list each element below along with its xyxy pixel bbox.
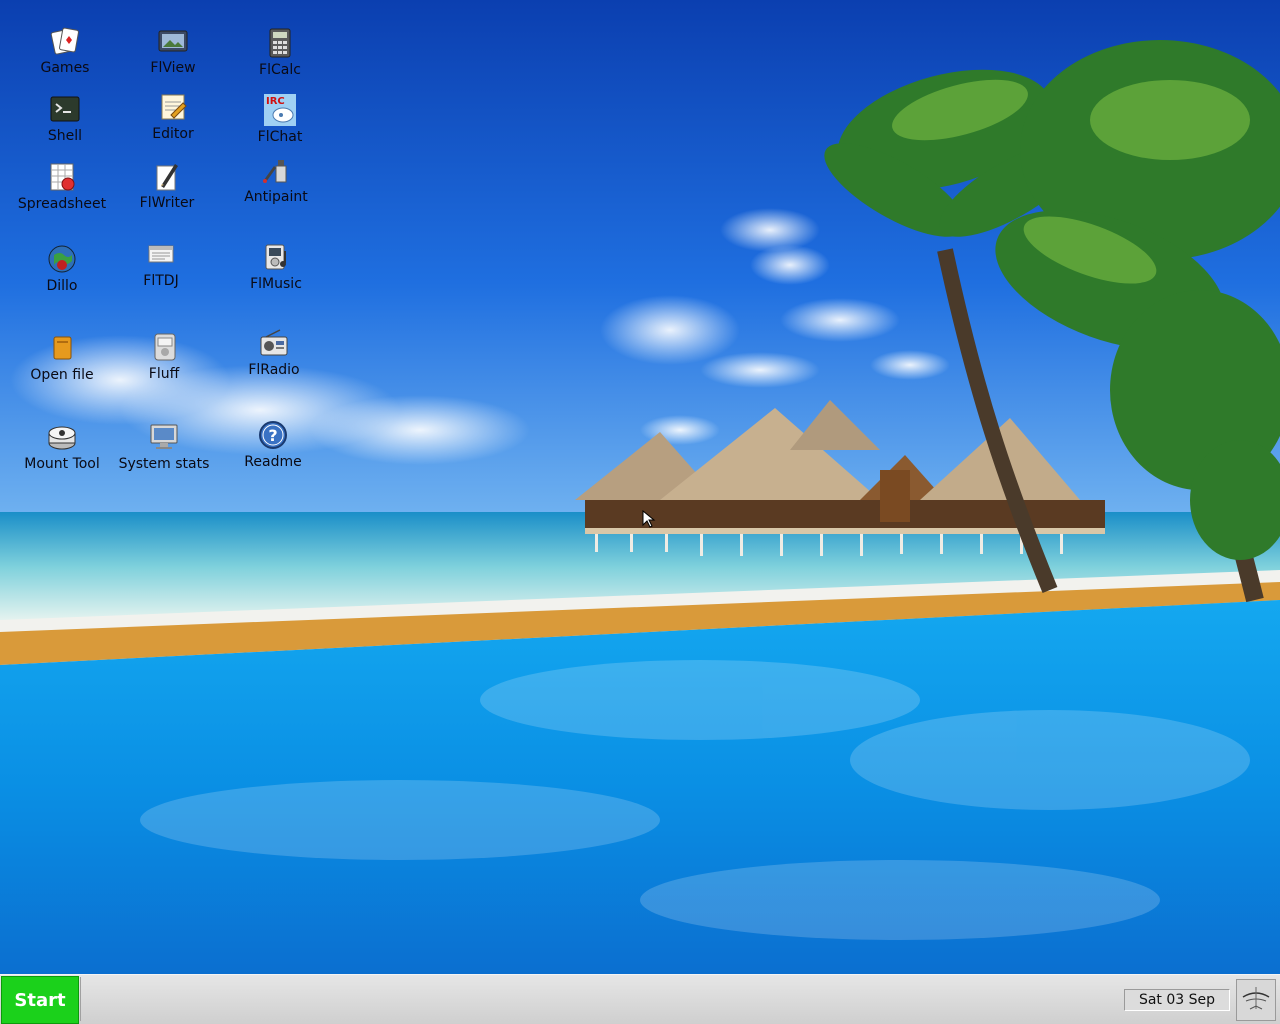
desktop-icon-flmusic[interactable]: FlMusic — [224, 240, 328, 292]
taskbar: Start Sat 03 Sep — [0, 974, 1280, 1024]
desktop-icon-label: FlChat — [257, 129, 303, 145]
desktop-icon-flradio[interactable]: FlRadio — [222, 326, 326, 378]
notepad-icon — [156, 90, 190, 124]
radio-icon — [257, 326, 291, 360]
spreadsheet-icon — [45, 160, 79, 194]
desktop-icon-label: Fluff — [148, 366, 180, 382]
desktop-icon-system-stats[interactable]: System stats — [112, 420, 216, 472]
desktop-icon-label: Shell — [47, 128, 83, 144]
desktop-icon-label: Open file — [30, 367, 94, 383]
desktop-icon-flwriter[interactable]: FlWriter — [115, 159, 219, 211]
calculator-icon — [263, 26, 297, 60]
music-player-icon — [259, 240, 293, 274]
tray-menu-button[interactable] — [1236, 979, 1276, 1021]
desktop-icon-spreadsheet[interactable]: Spreadsheet — [10, 160, 114, 212]
help-icon: ? — [256, 418, 290, 452]
mouse-cursor-icon — [642, 509, 656, 532]
desktop-icon-label: FlRadio — [248, 362, 300, 378]
desktop-icon-readme[interactable]: ? Readme — [221, 418, 325, 470]
desktop-icon-label: Dillo — [46, 278, 78, 294]
taskbar-separator — [80, 977, 81, 1021]
desktop-icon-fltdj[interactable]: FlTDJ — [109, 237, 213, 289]
planner-icon — [144, 237, 178, 271]
desktop-icon-label: FlView — [150, 60, 196, 76]
desktop-icon-mount-tool[interactable]: Mount Tool — [10, 420, 114, 472]
paint-icon — [259, 153, 293, 187]
desktop-wallpaper — [0, 0, 1280, 974]
file-manager-icon — [147, 330, 181, 364]
desktop-icon-games[interactable]: Games — [13, 24, 117, 76]
desktop-icon-open-file[interactable]: Open file — [10, 331, 114, 383]
desktop-icon-label: Editor — [152, 126, 194, 142]
svg-text:IRC: IRC — [266, 96, 285, 107]
start-button[interactable]: Start — [1, 976, 79, 1024]
clock-date[interactable]: Sat 03 Sep — [1124, 989, 1230, 1011]
cards-icon — [48, 24, 82, 58]
pen-paper-icon — [150, 159, 184, 193]
tray-menu-icon — [1240, 983, 1272, 1017]
desktop-icon-label: Antipaint — [244, 189, 308, 205]
irc-chat-icon: IRC — [263, 93, 297, 127]
globe-icon — [45, 242, 79, 276]
desktop-icon-editor[interactable]: Editor — [121, 90, 225, 142]
desktop-icon-label: Readme — [244, 454, 302, 470]
desktop-icon-label: Games — [40, 60, 90, 76]
desktop-icon-label: FlWriter — [139, 195, 195, 211]
desktop-icon-dillo[interactable]: Dillo — [10, 242, 114, 294]
monitor-icon — [147, 420, 181, 454]
terminal-icon — [48, 92, 82, 126]
desktop-icon-label: FlTDJ — [143, 273, 179, 289]
image-viewer-icon — [156, 24, 190, 58]
desktop-icon-fluff[interactable]: Fluff — [112, 330, 216, 382]
desktop-icon-flchat[interactable]: IRC FlChat — [228, 93, 332, 145]
desktop-icon-label: FlCalc — [259, 62, 301, 78]
desktop-icon-antipaint[interactable]: Antipaint — [224, 153, 328, 205]
desktop-icon-label: Mount Tool — [24, 456, 100, 472]
desktop-icon-label: Spreadsheet — [17, 196, 107, 212]
desktop-icon-flcalc[interactable]: FlCalc — [228, 26, 332, 78]
desktop-icon-shell[interactable]: Shell — [13, 92, 117, 144]
desktop-icon-flview[interactable]: FlView — [121, 24, 225, 76]
disk-icon — [45, 420, 79, 454]
file-icon — [45, 331, 79, 365]
desktop-icon-label: System stats — [118, 456, 210, 472]
svg-text:?: ? — [268, 426, 277, 445]
desktop-icon-label: FlMusic — [250, 276, 302, 292]
